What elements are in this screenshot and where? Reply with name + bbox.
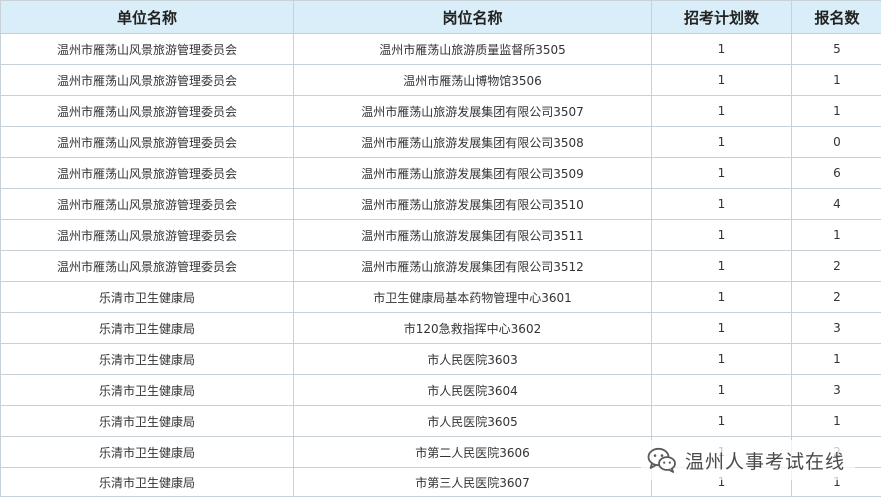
header-planned-count: 招考计划数 <box>651 0 792 34</box>
cell-position: 温州市雁荡山旅游发展集团有限公司3508 <box>293 126 652 158</box>
cell-position: 市人民医院3603 <box>293 343 652 375</box>
cell-planned: 1 <box>651 281 792 313</box>
cell-planned: 1 <box>651 64 792 96</box>
cell-planned: 1 <box>651 33 792 65</box>
table-row: 乐清市卫生健康局 市人民医院3603 1 1 <box>0 343 881 375</box>
cell-position: 温州市雁荡山旅游发展集团有限公司3507 <box>293 95 652 127</box>
wechat-icon <box>647 447 677 473</box>
table-row: 乐清市卫生健康局 市人民医院3605 1 1 <box>0 405 881 437</box>
cell-position: 温州市雁荡山旅游发展集团有限公司3511 <box>293 219 652 251</box>
cell-position: 温州市雁荡山博物馆3506 <box>293 64 652 96</box>
cell-planned: 1 <box>651 343 792 375</box>
table-row: 温州市雁荡山风景旅游管理委员会 温州市雁荡山博物馆3506 1 1 <box>0 64 881 96</box>
cell-unit: 乐清市卫生健康局 <box>0 436 294 468</box>
header-position-name: 岗位名称 <box>293 0 652 34</box>
table-row: 乐清市卫生健康局 市卫生健康局基本药物管理中心3601 1 2 <box>0 281 881 313</box>
cell-unit: 温州市雁荡山风景旅游管理委员会 <box>0 219 294 251</box>
cell-unit: 温州市雁荡山风景旅游管理委员会 <box>0 95 294 127</box>
header-applicant-count: 报名数 <box>791 0 881 34</box>
table-row: 乐清市卫生健康局 市120急救指挥中心3602 1 3 <box>0 312 881 344</box>
header-row: 单位名称 岗位名称 招考计划数 报名数 <box>0 0 881 34</box>
cell-planned: 1 <box>651 374 792 406</box>
cell-unit: 乐清市卫生健康局 <box>0 312 294 344</box>
cell-position: 市120急救指挥中心3602 <box>293 312 652 344</box>
cell-planned: 1 <box>651 250 792 282</box>
cell-applicants: 1 <box>791 405 881 437</box>
wechat-watermark: 温州人事考试在线 <box>641 440 856 480</box>
cell-planned: 1 <box>651 157 792 189</box>
watermark-account-name: 温州人事考试在线 <box>685 450 846 473</box>
cell-applicants: 1 <box>791 95 881 127</box>
cell-unit: 乐清市卫生健康局 <box>0 405 294 437</box>
cell-applicants: 1 <box>791 64 881 96</box>
cell-position: 温州市雁荡山旅游质量监督所3505 <box>293 33 652 65</box>
table-row: 温州市雁荡山风景旅游管理委员会 温州市雁荡山旅游发展集团有限公司3508 1 0 <box>0 126 881 158</box>
cell-planned: 1 <box>651 188 792 220</box>
cell-position: 市人民医院3604 <box>293 374 652 406</box>
cell-unit: 温州市雁荡山风景旅游管理委员会 <box>0 64 294 96</box>
cell-unit: 乐清市卫生健康局 <box>0 343 294 375</box>
table-row: 温州市雁荡山风景旅游管理委员会 温州市雁荡山旅游质量监督所3505 1 5 <box>0 33 881 65</box>
cell-unit: 乐清市卫生健康局 <box>0 281 294 313</box>
table-row: 温州市雁荡山风景旅游管理委员会 温州市雁荡山旅游发展集团有限公司3511 1 1 <box>0 219 881 251</box>
table-row: 温州市雁荡山风景旅游管理委员会 温州市雁荡山旅游发展集团有限公司3510 1 4 <box>0 188 881 220</box>
cell-applicants: 5 <box>791 33 881 65</box>
cell-unit: 温州市雁荡山风景旅游管理委员会 <box>0 188 294 220</box>
cell-applicants: 3 <box>791 374 881 406</box>
cell-position: 温州市雁荡山旅游发展集团有限公司3510 <box>293 188 652 220</box>
header-unit-name: 单位名称 <box>0 0 294 34</box>
cell-position: 温州市雁荡山旅游发展集团有限公司3509 <box>293 157 652 189</box>
cell-position: 市第三人民医院3607 <box>293 467 652 497</box>
cell-applicants: 1 <box>791 343 881 375</box>
table-row: 温州市雁荡山风景旅游管理委员会 温州市雁荡山旅游发展集团有限公司3512 1 2 <box>0 250 881 282</box>
cell-unit: 乐清市卫生健康局 <box>0 374 294 406</box>
cell-unit: 温州市雁荡山风景旅游管理委员会 <box>0 250 294 282</box>
cell-applicants: 2 <box>791 250 881 282</box>
cell-planned: 1 <box>651 95 792 127</box>
registration-table: 单位名称 岗位名称 招考计划数 报名数 温州市雁荡山风景旅游管理委员会 温州市雁… <box>0 0 881 497</box>
cell-applicants: 2 <box>791 281 881 313</box>
cell-position: 市人民医院3605 <box>293 405 652 437</box>
cell-applicants: 4 <box>791 188 881 220</box>
cell-unit: 温州市雁荡山风景旅游管理委员会 <box>0 157 294 189</box>
cell-unit: 温州市雁荡山风景旅游管理委员会 <box>0 126 294 158</box>
cell-applicants: 3 <box>791 312 881 344</box>
cell-position: 市卫生健康局基本药物管理中心3601 <box>293 281 652 313</box>
cell-planned: 1 <box>651 312 792 344</box>
cell-unit: 温州市雁荡山风景旅游管理委员会 <box>0 33 294 65</box>
cell-applicants: 6 <box>791 157 881 189</box>
cell-planned: 1 <box>651 405 792 437</box>
table-row: 乐清市卫生健康局 市人民医院3604 1 3 <box>0 374 881 406</box>
cell-planned: 1 <box>651 126 792 158</box>
cell-unit: 乐清市卫生健康局 <box>0 467 294 497</box>
cell-applicants: 1 <box>791 219 881 251</box>
table-row: 温州市雁荡山风景旅游管理委员会 温州市雁荡山旅游发展集团有限公司3507 1 1 <box>0 95 881 127</box>
table-row: 温州市雁荡山风景旅游管理委员会 温州市雁荡山旅游发展集团有限公司3509 1 6 <box>0 157 881 189</box>
cell-planned: 1 <box>651 219 792 251</box>
cell-position: 温州市雁荡山旅游发展集团有限公司3512 <box>293 250 652 282</box>
cell-position: 市第二人民医院3606 <box>293 436 652 468</box>
cell-applicants: 0 <box>791 126 881 158</box>
